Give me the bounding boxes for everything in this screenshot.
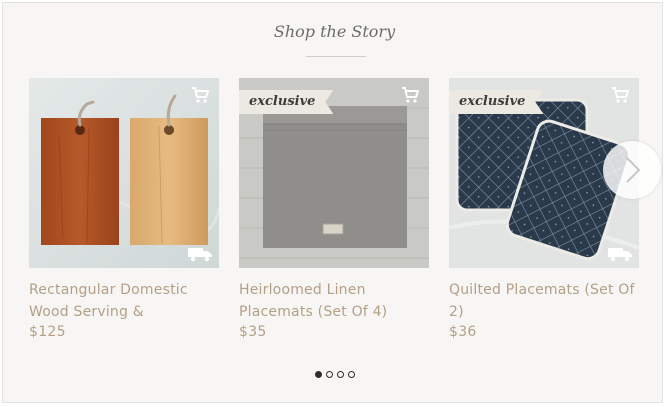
product-card-2[interactable]: exclusive Heirloomed Linen Placemats (Se…: [239, 78, 429, 341]
exclusive-badge: exclusive: [449, 90, 543, 114]
cart-icon[interactable]: [401, 86, 419, 104]
product-name[interactable]: Heirloomed Linen Placemats (Set Of 4): [239, 279, 429, 323]
product-card-3[interactable]: exclusive Quilted Placemats (Set Of 2) $…: [449, 78, 639, 341]
product-price: $35: [239, 324, 267, 340]
pagination-dot[interactable]: [348, 371, 355, 378]
carousel-next-button[interactable]: [603, 141, 661, 199]
cart-icon[interactable]: [191, 86, 209, 104]
chevron-right-icon: [626, 157, 641, 183]
shop-the-story-panel: Shop the Story Rectangular Domestic Wood…: [2, 2, 663, 403]
shipping-truck-icon: [608, 248, 632, 262]
cart-icon[interactable]: [611, 86, 629, 104]
pagination-dot[interactable]: [326, 371, 333, 378]
pagination-dot[interactable]: [337, 371, 344, 378]
pagination-dot-active[interactable]: [315, 371, 322, 378]
product-image[interactable]: exclusive: [239, 78, 429, 268]
product-card-1[interactable]: Rectangular Domestic Wood Serving & $125: [29, 78, 219, 341]
cutting-boards-image: [29, 78, 219, 268]
exclusive-badge: exclusive: [239, 90, 333, 114]
section-title: Shop the Story: [273, 22, 396, 41]
product-image[interactable]: [29, 78, 219, 268]
product-name[interactable]: Quilted Placemats (Set Of 2): [449, 279, 639, 323]
title-divider: [306, 56, 366, 57]
product-price: $36: [449, 324, 477, 340]
shipping-truck-icon: [188, 248, 212, 262]
product-name[interactable]: Rectangular Domestic Wood Serving &: [29, 279, 219, 323]
product-price: $125: [29, 324, 66, 340]
